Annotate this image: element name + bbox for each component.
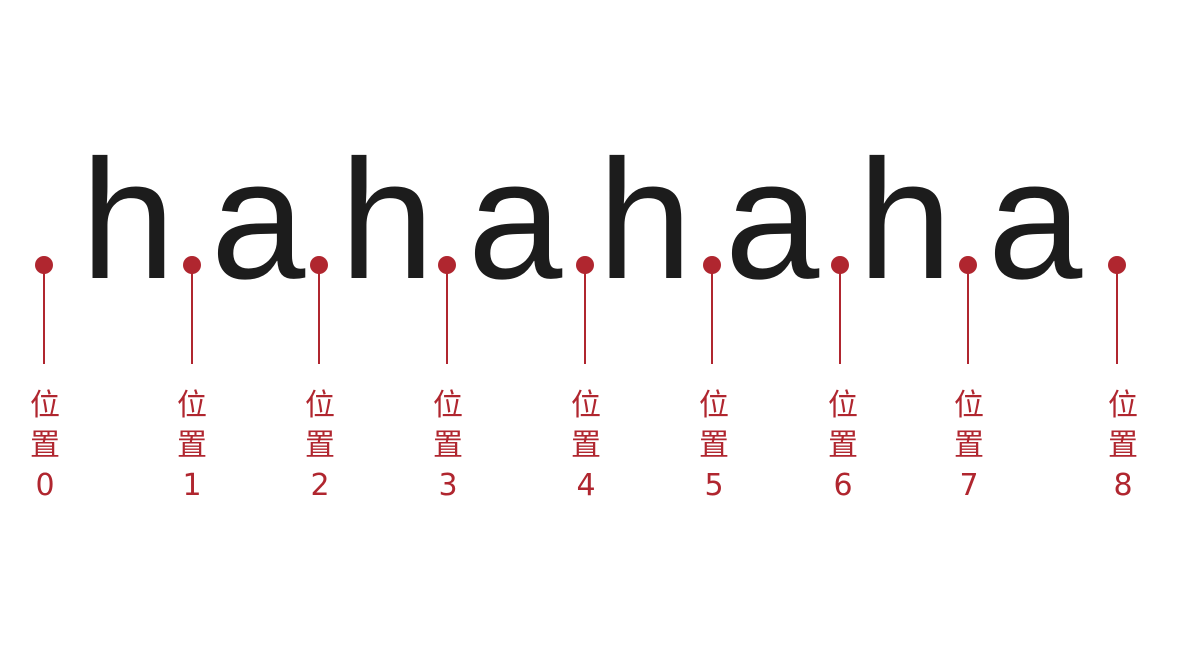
position-label-char2: 置 xyxy=(828,428,858,463)
position-label-char2: 置 xyxy=(433,428,463,463)
letter-h-6: h xyxy=(857,125,953,315)
position-label-char1: 位 xyxy=(828,388,858,423)
position-label-char2: 置 xyxy=(30,428,60,463)
position-marker-6 xyxy=(830,256,850,364)
string-index-diagram: hahahaha位置0位置1位置2位置3位置4位置5位置6位置7位置8 xyxy=(0,0,1200,666)
letter-a-1: a xyxy=(210,125,306,315)
position-label-char2: 置 xyxy=(954,428,984,463)
position-index: 4 xyxy=(576,468,596,503)
position-label-char2: 置 xyxy=(699,428,729,463)
position-index: 8 xyxy=(1113,468,1133,503)
position-label-7: 位置 7 xyxy=(944,386,994,506)
letter-a-7: a xyxy=(987,125,1083,315)
position-stem xyxy=(839,272,841,364)
position-label-8: 位置 8 xyxy=(1098,386,1148,506)
position-stem xyxy=(967,272,969,364)
position-label-4: 位置 4 xyxy=(561,386,611,506)
letter-h-2: h xyxy=(339,125,435,315)
position-label-char1: 位 xyxy=(1108,388,1138,423)
position-index: 0 xyxy=(35,468,55,503)
position-stem xyxy=(584,272,586,364)
position-index: 2 xyxy=(310,468,330,503)
position-marker-4 xyxy=(575,256,595,364)
position-stem xyxy=(191,272,193,364)
position-marker-2 xyxy=(309,256,329,364)
position-stem xyxy=(446,272,448,364)
position-index: 3 xyxy=(438,468,458,503)
letter-h-4: h xyxy=(597,125,693,315)
position-marker-7 xyxy=(958,256,978,364)
position-label-char1: 位 xyxy=(699,388,729,423)
position-stem xyxy=(318,272,320,364)
position-index: 5 xyxy=(704,468,724,503)
position-marker-8 xyxy=(1107,256,1127,364)
position-index: 6 xyxy=(833,468,853,503)
position-index: 1 xyxy=(182,468,202,503)
position-label-char2: 置 xyxy=(305,428,335,463)
position-marker-5 xyxy=(702,256,722,364)
position-label-1: 位置 1 xyxy=(167,386,217,506)
position-marker-1 xyxy=(182,256,202,364)
position-label-char1: 位 xyxy=(433,388,463,423)
position-label-char1: 位 xyxy=(30,388,60,423)
letter-a-3: a xyxy=(467,125,563,315)
position-index: 7 xyxy=(959,468,979,503)
position-label-0: 位置 0 xyxy=(20,386,70,506)
position-stem xyxy=(43,272,45,364)
position-label-char1: 位 xyxy=(305,388,335,423)
position-label-char2: 置 xyxy=(177,428,207,463)
letter-h-0: h xyxy=(80,125,176,315)
position-marker-3 xyxy=(437,256,457,364)
position-label-char1: 位 xyxy=(954,388,984,423)
position-label-2: 位置 2 xyxy=(295,386,345,506)
position-marker-0 xyxy=(34,256,54,364)
position-label-6: 位置 6 xyxy=(818,386,868,506)
position-label-char2: 置 xyxy=(571,428,601,463)
position-label-3: 位置 3 xyxy=(423,386,473,506)
position-stem xyxy=(711,272,713,364)
position-label-char2: 置 xyxy=(1108,428,1138,463)
position-stem xyxy=(1116,272,1118,364)
position-label-char1: 位 xyxy=(571,388,601,423)
position-label-char1: 位 xyxy=(177,388,207,423)
letter-a-5: a xyxy=(724,125,820,315)
position-label-5: 位置 5 xyxy=(689,386,739,506)
